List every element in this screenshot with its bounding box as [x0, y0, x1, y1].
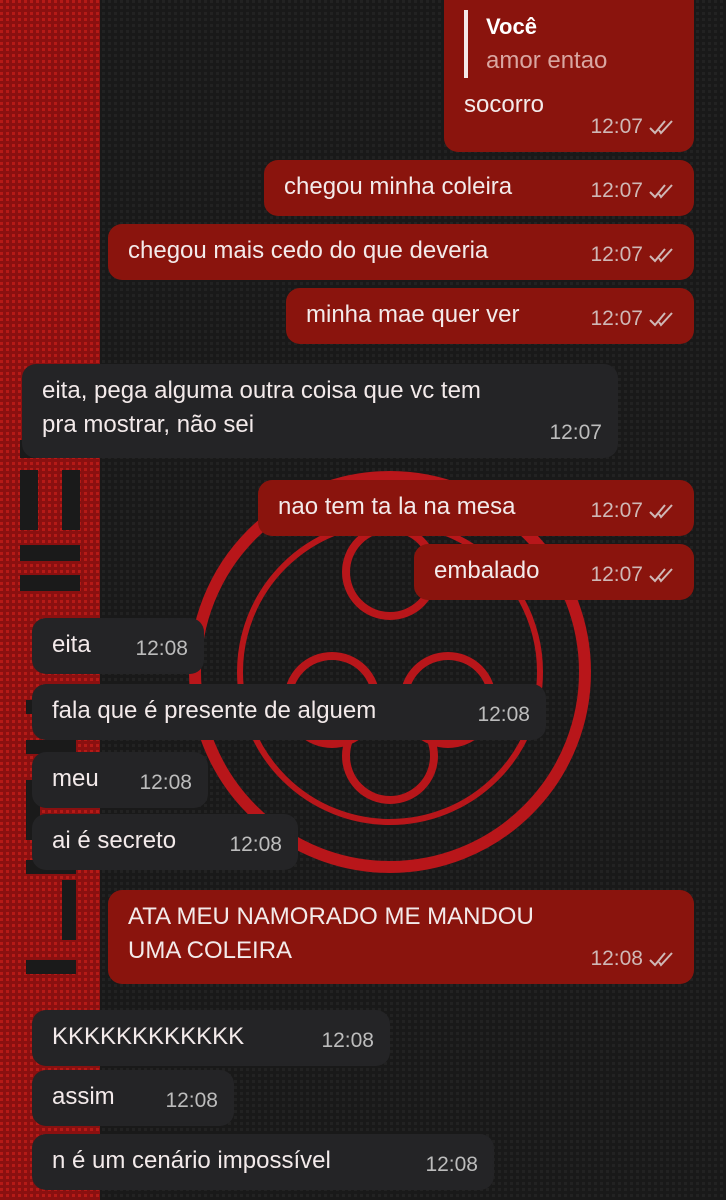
message-bubble-incoming[interactable]: eita, pega alguma outra coisa que vc tem…: [22, 364, 618, 458]
message-time: 12:08: [229, 833, 282, 856]
double-check-icon: [649, 120, 673, 135]
message-bubble-incoming[interactable]: KKKKKKKKKKKK 12:08: [32, 1010, 390, 1066]
reply-quote[interactable]: Você amor entao: [464, 10, 676, 78]
double-check-icon: [649, 184, 673, 199]
message-bubble-outgoing[interactable]: ATA MEU NAMORADO ME MANDOU UMA COLEIRA 12…: [108, 890, 694, 984]
message-time: 12:08: [477, 703, 530, 726]
message-time: 12:07: [590, 307, 643, 330]
message-meta: 12:08: [321, 1024, 374, 1058]
reply-sender: Você: [486, 14, 537, 39]
message-time: 12:08: [165, 1089, 218, 1112]
message-bubble-incoming[interactable]: eita 12:08: [32, 618, 204, 674]
message-time: 12:08: [139, 771, 192, 794]
message-meta: 12:07: [590, 302, 678, 336]
message-meta: 12:08: [229, 828, 282, 862]
message-bubble-outgoing[interactable]: embalado 12:07: [414, 544, 694, 600]
message-bubble-incoming[interactable]: n é um cenário impossível 12:08: [32, 1134, 494, 1190]
message-meta: 12:07: [590, 110, 678, 144]
message-meta: 12:07: [590, 238, 678, 272]
message-meta: 12:08: [165, 1084, 218, 1118]
message-time: 12:07: [590, 563, 643, 586]
message-bubble-outgoing[interactable]: chegou mais cedo do que deveria 12:07: [108, 224, 694, 280]
message-meta: 12:08: [425, 1148, 478, 1182]
message-bubble-incoming[interactable]: fala que é presente de alguem 12:08: [32, 684, 546, 740]
double-check-icon: [649, 568, 673, 583]
message-meta: 12:08: [477, 698, 530, 732]
message-time: 12:07: [590, 179, 643, 202]
message-meta: 12:08: [590, 942, 678, 976]
message-bubble-outgoing[interactable]: minha mae quer ver 12:07: [286, 288, 694, 344]
message-time: 12:08: [425, 1153, 478, 1176]
double-check-icon: [649, 504, 673, 519]
message-meta: 12:07: [590, 558, 678, 592]
message-text: n é um cenário impossível: [52, 1147, 331, 1174]
message-meta: 12:07: [549, 416, 602, 450]
reply-text: amor entao: [486, 47, 608, 74]
message-text: eita, pega alguma outra coisa que vc tem…: [42, 377, 481, 438]
message-time: 12:08: [321, 1029, 374, 1052]
message-bubble-incoming[interactable]: meu 12:08: [32, 752, 208, 808]
message-bubble-incoming[interactable]: assim 12:08: [32, 1070, 234, 1126]
message-time: 12:07: [590, 243, 643, 266]
message-time: 12:07: [590, 499, 643, 522]
message-meta: 12:07: [590, 494, 678, 528]
message-meta: 12:07: [590, 174, 678, 208]
message-time: 12:07: [549, 421, 602, 444]
message-bubble-outgoing[interactable]: nao tem ta la na mesa 12:07: [258, 480, 694, 536]
message-meta: 12:08: [135, 632, 188, 666]
double-check-icon: [649, 312, 673, 327]
message-bubble-outgoing[interactable]: chegou minha coleira 12:07: [264, 160, 694, 216]
message-bubble-outgoing[interactable]: Você amor entao socorro 12:07: [444, 0, 694, 152]
message-time: 12:07: [590, 115, 643, 138]
message-meta: 12:08: [139, 766, 192, 800]
message-time: 12:08: [590, 947, 643, 970]
message-text: fala que é presente de alguem: [52, 697, 377, 724]
double-check-icon: [649, 248, 673, 263]
message-time: 12:08: [135, 637, 188, 660]
message-bubble-incoming[interactable]: ai é secreto 12:08: [32, 814, 298, 870]
double-check-icon: [649, 952, 673, 967]
